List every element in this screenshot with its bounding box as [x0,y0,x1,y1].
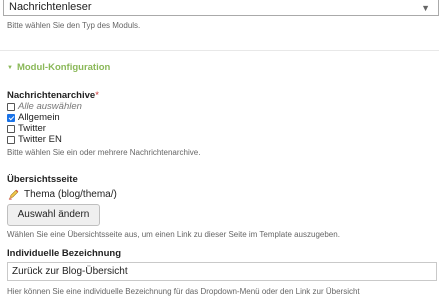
section-divider [0,50,439,51]
module-type-value: Nachrichtenleser [9,1,92,13]
chevron-down-icon: ▼ [421,3,430,13]
change-selection-button[interactable]: Auswahl ändern [7,204,100,226]
custom-label-help: Hier können Sie eine individuelle Bezeic… [7,287,360,296]
checkbox-label: Allgemein [18,112,60,123]
required-mark: * [95,90,99,101]
triangle-down-icon: ▼ [7,65,13,71]
custom-label-input[interactable]: Zurück zur Blog-Übersicht [7,262,437,281]
checkbox-twitter[interactable]: Twitter [7,124,46,134]
overview-page-selection: Thema (blog/thema/) [8,188,117,201]
checkbox-select-all[interactable]: Alle auswählen [7,102,82,112]
overview-page-label: Übersichtsseite [7,174,78,185]
checkbox-label: Twitter EN [18,134,62,145]
section-legend-label: Modul-Konfiguration [16,62,111,73]
checkbox[interactable] [7,114,15,122]
checkbox[interactable] [7,103,15,111]
archives-help: Bitte wählen Sie ein oder mehrere Nachri… [7,148,201,157]
checkbox-label: Twitter [18,123,46,134]
checkbox[interactable] [7,125,15,133]
overview-page-help: Wählen Sie eine Übersichtsseite aus, um … [7,230,340,239]
custom-label-label: Individuelle Bezeichnung [7,248,122,259]
module-type-select[interactable]: Nachrichtenleser ▼ [3,0,439,16]
checkbox[interactable] [7,136,15,144]
checkbox-twitter-en[interactable]: Twitter EN [7,135,62,145]
page-edit-icon [8,189,19,200]
module-type-help: Bitte wählen Sie den Typ des Moduls. [7,21,141,30]
archives-label-text: Nachrichtenarchive [7,90,96,101]
overview-page-title: Thema (blog/thema/) [24,189,117,200]
section-legend[interactable]: ▼ Modul-Konfiguration [7,62,110,74]
checkbox-allgemein[interactable]: Allgemein [7,113,60,123]
checkbox-label: Alle auswählen [18,101,82,112]
